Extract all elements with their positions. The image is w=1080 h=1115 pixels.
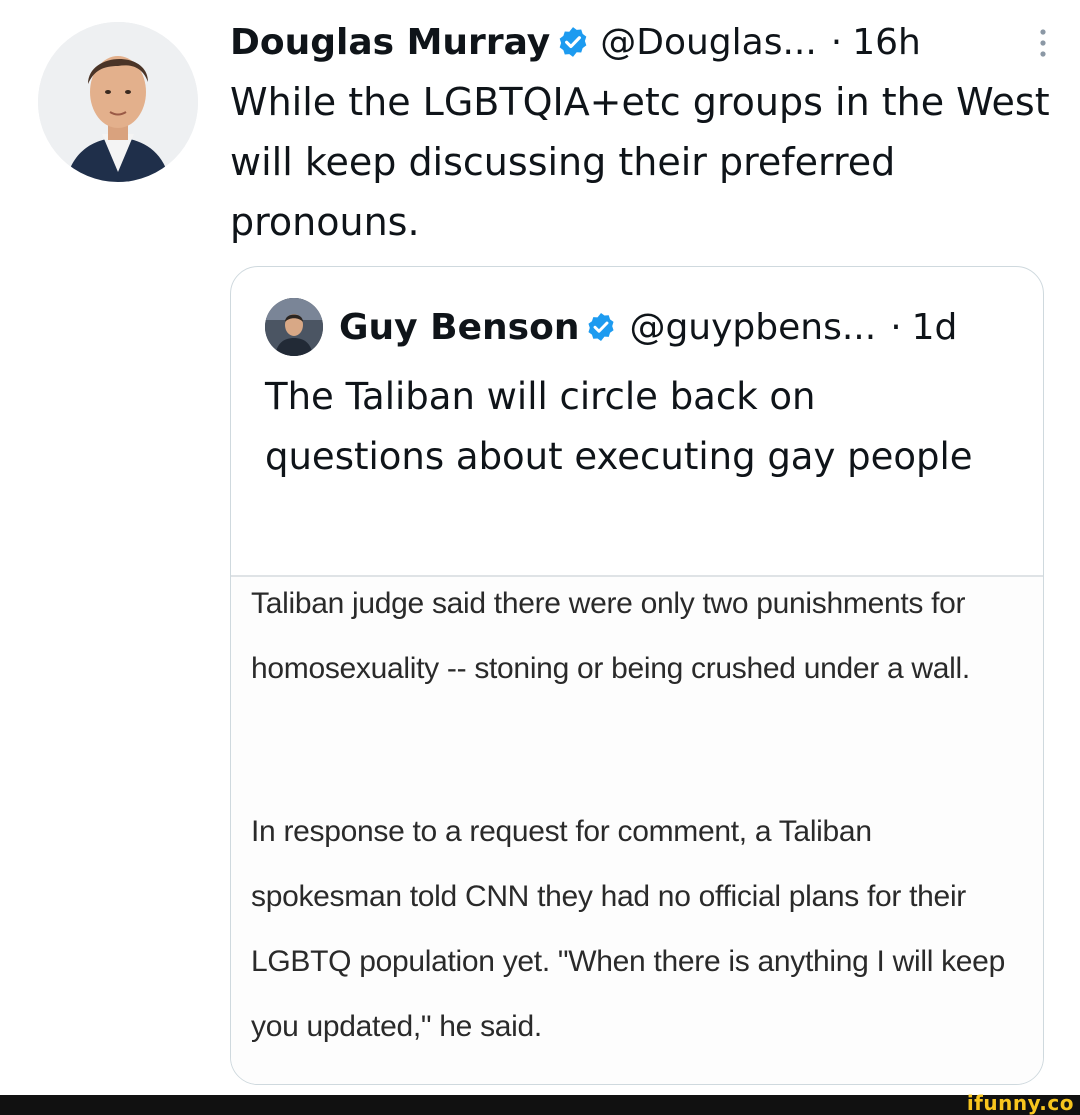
more-options-icon[interactable] xyxy=(1036,26,1050,60)
separator-dot: · xyxy=(830,21,843,63)
watermark-logo: ifunny.co xyxy=(966,1091,1074,1115)
quoted-tweet-text: The Taliban will circle back on question… xyxy=(265,375,973,478)
tweet-header: Douglas Murray @Douglas... · 16h xyxy=(230,14,1050,70)
tweet-text: While the LGBTQIA+etc groups in the West… xyxy=(230,80,1050,244)
author-handle[interactable]: @Douglas... xyxy=(600,22,817,63)
quoted-tweet-timestamp[interactable]: 1d xyxy=(912,307,958,348)
quoted-author-handle[interactable]: @guypbens... xyxy=(629,307,876,348)
quoted-author-avatar[interactable] xyxy=(265,298,323,356)
author-avatar[interactable] xyxy=(38,22,198,182)
verified-badge-icon xyxy=(585,311,617,343)
image-text-paragraph: Taliban judge said there were only two p… xyxy=(251,587,970,685)
image-text-paragraph: In response to a request for comment, a … xyxy=(251,815,1005,1043)
quoted-tweet-image[interactable]: Taliban judge said there were only two p… xyxy=(231,577,1043,1084)
tweet-timestamp[interactable]: 16h xyxy=(852,22,921,63)
quoted-tweet-card[interactable]: Guy Benson @guypbens... · 1d The Taliban… xyxy=(230,266,1044,1085)
separator-dot: · xyxy=(890,306,902,348)
watermark-bar: ifunny.co xyxy=(0,1091,1080,1115)
avatar-portrait-icon xyxy=(38,22,198,182)
author-name[interactable]: Douglas Murray xyxy=(230,22,550,63)
avatar-portrait-icon xyxy=(265,298,323,356)
quoted-tweet-header: Guy Benson @guypbens... · 1d xyxy=(265,297,1025,357)
tweet[interactable]: Douglas Murray @Douglas... · 16h While t… xyxy=(0,0,1080,1095)
verified-badge-icon xyxy=(556,25,590,59)
quoted-author-name[interactable]: Guy Benson xyxy=(339,307,579,348)
